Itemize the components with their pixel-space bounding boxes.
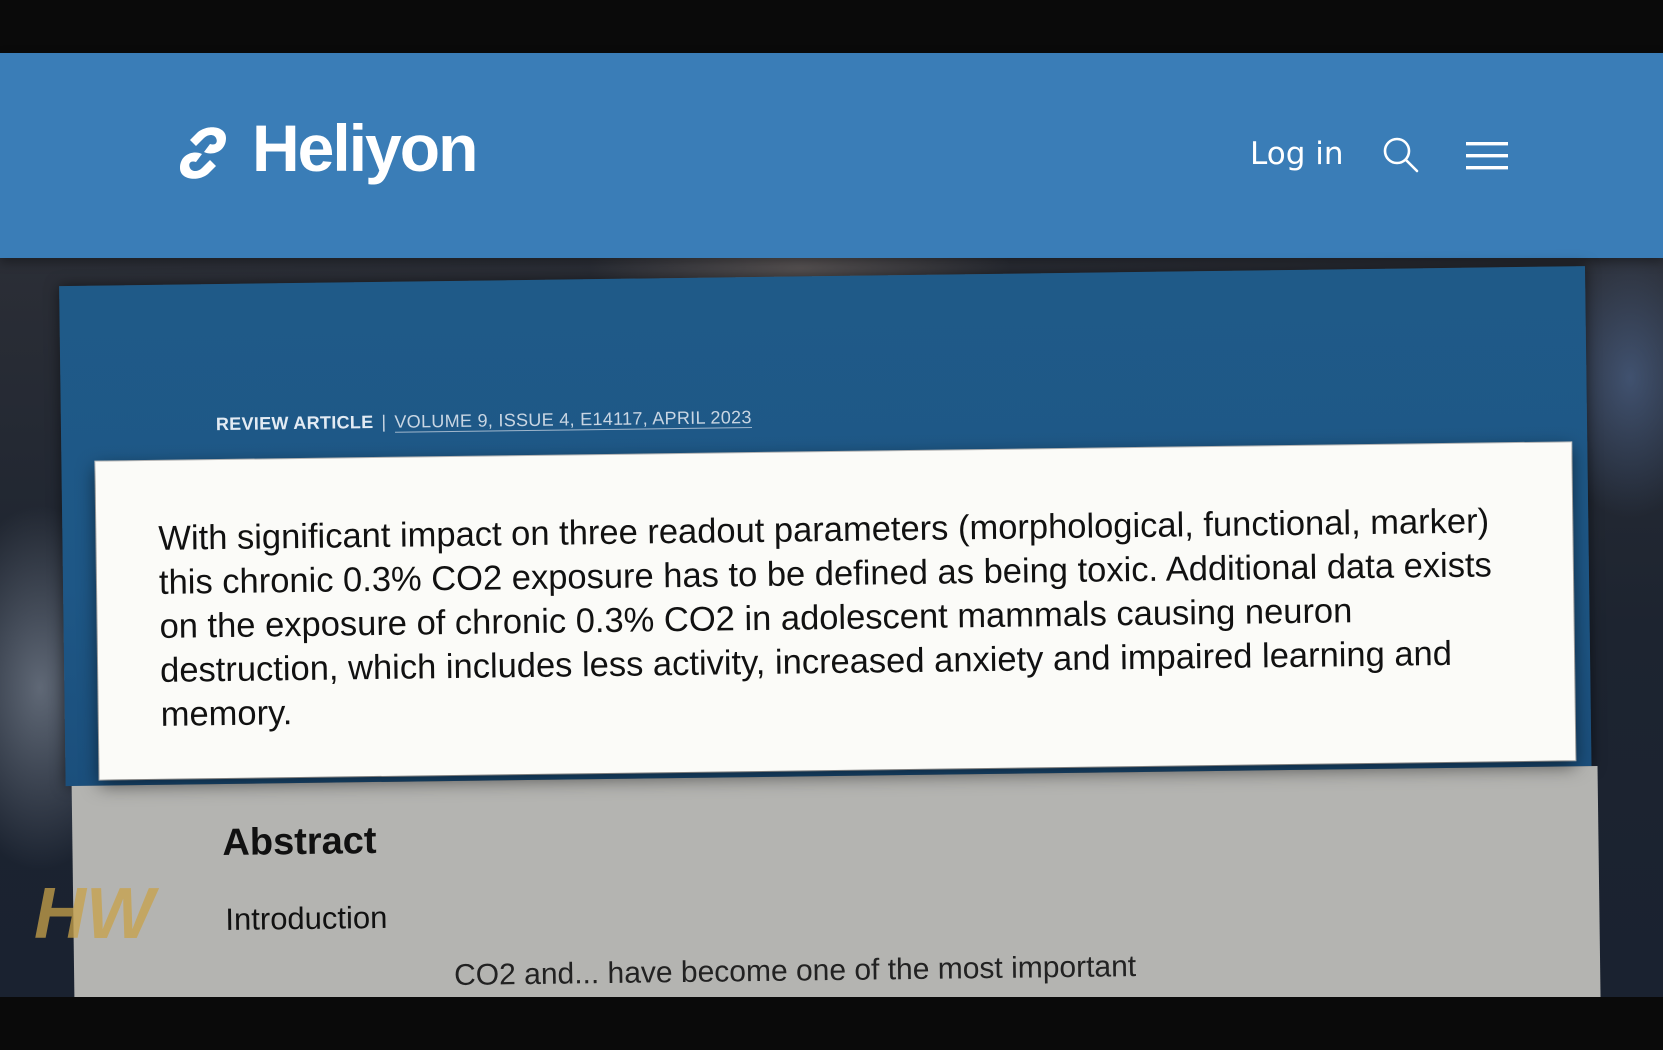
highlighted-quote-text: With significant impact on three readout… xyxy=(158,502,1493,734)
article-meta: REVIEW ARTICLE | VOLUME 9, ISSUE 4, E14117… xyxy=(216,407,752,435)
letterbox-top xyxy=(0,0,1663,53)
search-icon[interactable] xyxy=(1382,136,1420,174)
citation-link[interactable]: VOLUME 9, ISSUE 4, E14117, APRIL 2023 xyxy=(394,407,752,433)
login-link[interactable]: Log in xyxy=(1250,136,1343,172)
article-type-label: REVIEW ARTICLE xyxy=(215,412,374,435)
hamburger-menu-icon[interactable] xyxy=(1466,139,1508,173)
body-text-cutoff: CO2 and... have become one of the most i… xyxy=(453,950,1137,992)
heliyon-logo-icon[interactable] xyxy=(172,124,234,182)
watermark-text: HW xyxy=(34,874,160,950)
introduction-heading[interactable]: Introduction xyxy=(225,900,387,938)
video-frame: Heliyon Log in REVIEW ARTICLE | VOLUME 9, … xyxy=(0,0,1663,1050)
letterbox-bottom xyxy=(0,997,1663,1050)
highlighted-quote-box: With significant impact on three readout… xyxy=(95,442,1576,780)
article-card: REVIEW ARTICLE | VOLUME 9, ISSUE 4, E14117… xyxy=(59,266,1609,1050)
channel-watermark-logo: HW xyxy=(34,874,160,950)
site-logo-text[interactable]: Heliyon xyxy=(252,110,478,186)
abstract-heading[interactable]: Abstract xyxy=(222,820,377,865)
meta-separator: | xyxy=(381,411,387,432)
